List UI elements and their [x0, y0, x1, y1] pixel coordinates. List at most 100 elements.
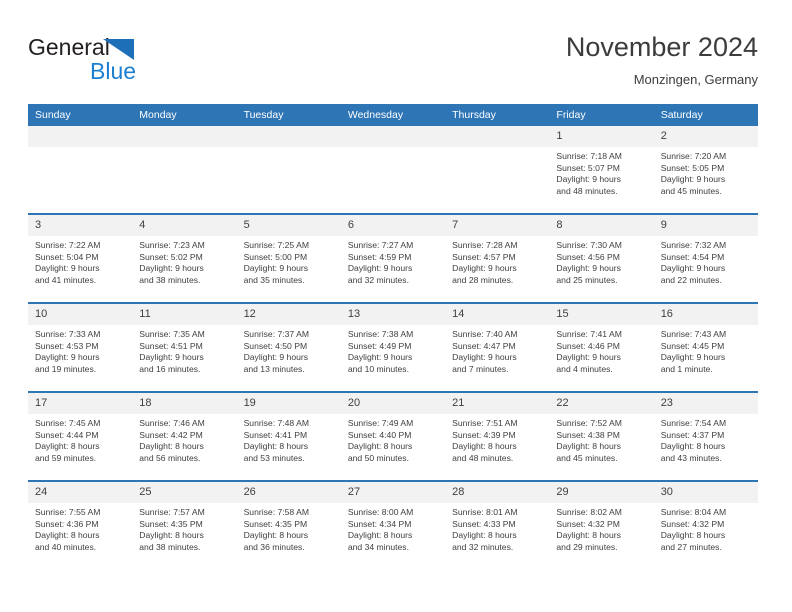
brand-logo[interactable]: General Blue — [28, 34, 268, 90]
page-header: General Blue November 2024 Monzingen, Ge… — [0, 0, 792, 104]
sunrise-time: Sunrise: 7:40 AM — [452, 329, 518, 339]
calendar-day-cell[interactable]: 12 Sunrise: 7:37 AM Sunset: 4:50 PM Dayligh… — [236, 302, 341, 392]
sunset-time: Sunset: 4:37 PM — [660, 429, 725, 440]
day-number: 7 — [445, 215, 550, 236]
daylight-duration-line1: Daylight: 9 hours — [243, 352, 309, 363]
daylight-duration-line1: Daylight: 9 hours — [347, 263, 413, 274]
calendar-day-cell[interactable]: 9 Sunrise: 7:32 AM Sunset: 4:54 PM Daylight… — [653, 213, 758, 303]
calendar-day-cell[interactable]: 10 Sunrise: 7:33 AM Sunset: 4:53 PM Dayligh… — [28, 302, 133, 392]
daylight-duration-line1: Daylight: 8 hours — [139, 441, 204, 452]
calendar-head: Sunday Monday Tuesday Wednesday Thursday… — [28, 104, 758, 126]
daylight-duration-line1: Daylight: 9 hours — [139, 352, 204, 363]
daylight-duration-line2: and 48 minutes. — [452, 452, 514, 463]
calendar-day-cell[interactable]: 13 Sunrise: 7:38 AM Sunset: 4:49 PM Dayligh… — [340, 302, 446, 392]
day-number: 10 — [28, 304, 133, 325]
daylight-duration-line2: and 50 minutes. — [347, 452, 409, 463]
daylight-duration-line2: and 41 minutes. — [35, 274, 97, 285]
calendar-day-cell[interactable]: 8 Sunrise: 7:30 AM Sunset: 4:56 PM Daylight… — [549, 213, 654, 303]
daylight-duration-line2: and 29 minutes. — [556, 541, 618, 552]
day-details: Sunrise: 7:35 AM Sunset: 4:51 PM Daylight:… — [132, 325, 236, 375]
brand-word-general: General — [28, 34, 110, 60]
day-details: Sunrise: 7:57 AM Sunset: 4:35 PM Daylight:… — [132, 503, 236, 553]
day-details: Sunrise: 7:55 AM Sunset: 4:36 PM Daylight:… — [28, 503, 132, 553]
day-number: 18 — [132, 393, 237, 414]
calendar-day-cell[interactable]: 7 Sunrise: 7:28 AM Sunset: 4:57 PM Daylight… — [445, 213, 550, 303]
calendar-week-row: 1 Sunrise: 7:18 AM Sunset: 5:07 PM Daylight… — [28, 126, 758, 214]
daylight-duration-line1: Daylight: 8 hours — [347, 530, 413, 541]
daylight-duration-line1: Daylight: 9 hours — [347, 352, 413, 363]
day-details: Sunrise: 8:02 AM Sunset: 4:32 PM Daylight:… — [549, 503, 653, 553]
calendar-day-cell[interactable]: 15 Sunrise: 7:41 AM Sunset: 4:46 PM Dayligh… — [549, 302, 654, 392]
weekday-header-monday: Monday — [132, 104, 237, 126]
sunrise-time: Sunrise: 8:00 AM — [347, 507, 414, 517]
sunrise-time: Sunrise: 7:27 AM — [347, 240, 414, 250]
sunrise-time: Sunrise: 7:22 AM — [35, 240, 101, 250]
daylight-duration-line1: Daylight: 8 hours — [556, 530, 621, 541]
sunrise-time: Sunrise: 7:45 AM — [35, 418, 101, 428]
day-details: Sunrise: 7:54 AM Sunset: 4:37 PM Daylight:… — [654, 414, 758, 464]
daylight-duration-line1: Daylight: 8 hours — [660, 441, 726, 452]
sunset-time: Sunset: 4:57 PM — [452, 251, 516, 262]
calendar-day-cell[interactable]: 19 Sunrise: 7:48 AM Sunset: 4:41 PM Dayligh… — [236, 391, 341, 481]
calendar-day-cell[interactable]: 20 Sunrise: 7:49 AM Sunset: 4:40 PM Dayligh… — [340, 391, 446, 481]
sunset-time: Sunset: 5:05 PM — [660, 162, 725, 173]
calendar-day-cell-empty — [236, 126, 341, 214]
sunrise-time: Sunrise: 7:37 AM — [243, 329, 310, 339]
daylight-duration-line1: Daylight: 8 hours — [452, 441, 517, 452]
day-number: 23 — [653, 393, 758, 414]
day-details: Sunrise: 7:52 AM Sunset: 4:38 PM Daylight:… — [549, 414, 653, 464]
calendar-day-cell[interactable]: 23 Sunrise: 7:54 AM Sunset: 4:37 PM Dayligh… — [653, 391, 758, 481]
day-number — [132, 126, 237, 147]
daylight-duration-line2: and 10 minutes. — [347, 363, 409, 374]
sunrise-time: Sunrise: 7:54 AM — [660, 418, 727, 428]
day-number: 29 — [549, 482, 654, 503]
calendar-day-cell[interactable]: 22 Sunrise: 7:52 AM Sunset: 4:38 PM Dayligh… — [549, 391, 654, 481]
daylight-duration-line1: Daylight: 8 hours — [243, 441, 309, 452]
sunset-time: Sunset: 4:39 PM — [452, 429, 516, 440]
daylight-duration-line1: Daylight: 9 hours — [660, 174, 726, 185]
daylight-duration-line1: Daylight: 9 hours — [556, 174, 621, 185]
calendar-day-cell[interactable]: 27 Sunrise: 8:00 AM Sunset: 4:34 PM Dayligh… — [340, 480, 446, 569]
day-number: 16 — [653, 304, 758, 325]
sunrise-time: Sunrise: 7:51 AM — [452, 418, 518, 428]
daylight-duration-line2: and 4 minutes. — [556, 363, 613, 374]
sunrise-time: Sunrise: 7:48 AM — [243, 418, 310, 428]
sunset-time: Sunset: 5:00 PM — [243, 251, 308, 262]
calendar-day-cell[interactable]: 17 Sunrise: 7:45 AM Sunset: 4:44 PM Dayligh… — [28, 391, 133, 481]
day-details: Sunrise: 7:38 AM Sunset: 4:49 PM Daylight:… — [341, 325, 445, 375]
calendar-day-cell[interactable]: 18 Sunrise: 7:46 AM Sunset: 4:42 PM Dayligh… — [132, 391, 237, 481]
calendar-day-cell[interactable]: 14 Sunrise: 7:40 AM Sunset: 4:47 PM Dayligh… — [445, 302, 550, 392]
day-number: 5 — [236, 215, 341, 236]
daylight-duration-line1: Daylight: 9 hours — [556, 352, 621, 363]
calendar-day-cell[interactable]: 11 Sunrise: 7:35 AM Sunset: 4:51 PM Dayligh… — [132, 302, 237, 392]
daylight-duration-line1: Daylight: 9 hours — [35, 352, 100, 363]
calendar-day-cell[interactable]: 6 Sunrise: 7:27 AM Sunset: 4:59 PM Daylight… — [340, 213, 446, 303]
calendar-day-cell[interactable]: 24 Sunrise: 7:55 AM Sunset: 4:36 PM Dayligh… — [28, 480, 133, 569]
title-block: November 2024 Monzingen, Germany — [566, 30, 758, 90]
sunset-time: Sunset: 4:35 PM — [243, 518, 308, 529]
calendar-day-cell[interactable]: 26 Sunrise: 7:58 AM Sunset: 4:35 PM Dayligh… — [236, 480, 341, 569]
calendar-day-cell[interactable]: 29 Sunrise: 8:02 AM Sunset: 4:32 PM Dayligh… — [549, 480, 654, 569]
sunrise-time: Sunrise: 7:35 AM — [139, 329, 205, 339]
calendar-day-cell[interactable]: 28 Sunrise: 8:01 AM Sunset: 4:33 PM Dayligh… — [445, 480, 550, 569]
daylight-duration-line1: Daylight: 9 hours — [35, 263, 100, 274]
calendar-day-cell[interactable]: 1 Sunrise: 7:18 AM Sunset: 5:07 PM Daylight… — [549, 126, 654, 214]
day-number: 27 — [340, 482, 446, 503]
daylight-duration-line1: Daylight: 8 hours — [35, 530, 100, 541]
daylight-duration-line1: Daylight: 8 hours — [139, 530, 204, 541]
calendar-day-cell[interactable]: 25 Sunrise: 7:57 AM Sunset: 4:35 PM Dayligh… — [132, 480, 237, 569]
day-number: 13 — [340, 304, 446, 325]
calendar-day-cell[interactable]: 5 Sunrise: 7:25 AM Sunset: 5:00 PM Daylight… — [236, 213, 341, 303]
day-details: Sunrise: 7:30 AM Sunset: 4:56 PM Daylight:… — [549, 236, 653, 286]
calendar-day-cell[interactable]: 16 Sunrise: 7:43 AM Sunset: 4:45 PM Dayligh… — [653, 302, 758, 392]
calendar-day-cell[interactable]: 21 Sunrise: 7:51 AM Sunset: 4:39 PM Dayligh… — [445, 391, 550, 481]
calendar-day-cell[interactable]: 2 Sunrise: 7:20 AM Sunset: 5:05 PM Daylight… — [653, 126, 758, 214]
day-details: Sunrise: 7:48 AM Sunset: 4:41 PM Daylight:… — [237, 414, 341, 464]
day-details: Sunrise: 8:00 AM Sunset: 4:34 PM Daylight:… — [341, 503, 445, 553]
sunrise-time: Sunrise: 7:43 AM — [660, 329, 727, 339]
calendar-day-cell[interactable]: 3 Sunrise: 7:22 AM Sunset: 5:04 PM Daylight… — [28, 213, 133, 303]
calendar-day-cell[interactable]: 4 Sunrise: 7:23 AM Sunset: 5:02 PM Daylight… — [132, 213, 237, 303]
day-details: Sunrise: 7:23 AM Sunset: 5:02 PM Daylight:… — [132, 236, 236, 286]
sunset-time: Sunset: 4:45 PM — [660, 340, 725, 351]
calendar-day-cell[interactable]: 30 Sunrise: 8:04 AM Sunset: 4:32 PM Dayligh… — [653, 480, 758, 569]
